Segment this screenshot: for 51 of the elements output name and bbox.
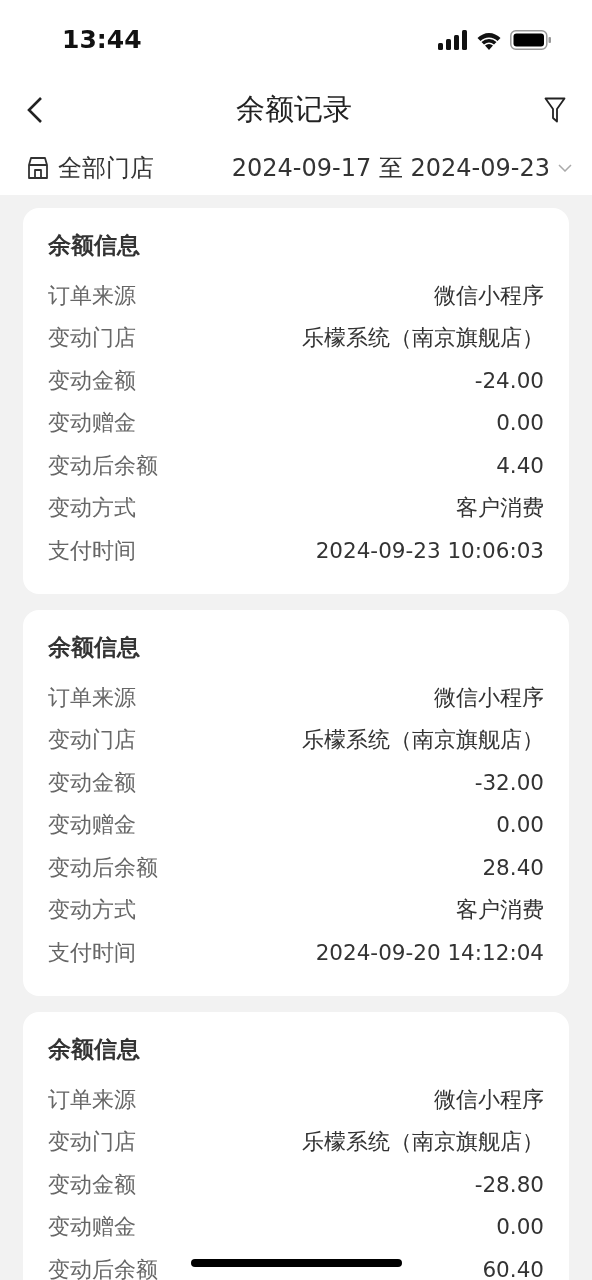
field-value: -24.00 [474,366,544,395]
page-title: 余额记录 [236,91,352,129]
filter-icon[interactable] [544,97,566,123]
field-value: -28.80 [474,1170,544,1199]
card-title: 余额信息 [48,231,141,260]
field-value: 60.40 [482,1255,544,1280]
field-label: 变动赠金 [48,409,136,438]
field-value: 0.00 [496,811,544,840]
field-value: 客户消费 [456,896,544,925]
date-range[interactable]: 2024-09-17 至 2024-09-23 [231,149,550,186]
store-selector[interactable]: 全部门店 [26,149,154,186]
field-label: 变动金额 [48,366,136,395]
field-label: 变动赠金 [48,1213,136,1242]
field-value: 2024-09-23 10:06:03 [315,536,544,565]
back-icon[interactable] [26,96,44,124]
field-label: 变动后余额 [48,853,158,882]
field-value: 客户消费 [456,494,544,523]
store-icon [26,155,50,180]
field-label: 订单来源 [48,1085,136,1114]
field-value: 乐檬系统（南京旗舰店） [302,1128,544,1157]
field-label: 变动后余额 [48,1255,158,1280]
field-label: 变动后余额 [48,451,158,480]
battery-icon [510,30,552,50]
field-value: 0.00 [496,409,544,438]
signal-icon [438,30,468,50]
field-label: 变动门店 [48,324,136,353]
field-label: 订单来源 [48,281,136,310]
field-label: 变动门店 [48,1128,136,1157]
field-value: 微信小程序 [434,1085,544,1114]
field-value: 微信小程序 [434,281,544,310]
field-label: 变动金额 [48,1170,136,1199]
field-label: 变动门店 [48,726,136,755]
field-label: 订单来源 [48,683,136,712]
field-label: 变动方式 [48,896,136,925]
field-label: 支付时间 [48,938,136,967]
wifi-icon [476,30,502,50]
field-value: 微信小程序 [434,683,544,712]
field-label: 变动金额 [48,768,136,797]
card-title: 余额信息 [48,1035,141,1064]
field-value: 0.00 [496,1213,544,1242]
field-label: 变动方式 [48,494,136,523]
field-value: 4.40 [496,451,544,480]
field-value: 2024-09-20 14:12:04 [315,938,544,967]
card-title: 余额信息 [48,633,141,662]
field-value: 28.40 [482,853,544,882]
status-time: 13:44 [62,24,142,57]
field-label: 支付时间 [48,536,136,565]
field-value: 乐檬系统（南京旗舰店） [302,324,544,353]
field-label: 变动赠金 [48,811,136,840]
field-value: 乐檬系统（南京旗舰店） [302,726,544,755]
field-value: -32.00 [474,768,544,797]
